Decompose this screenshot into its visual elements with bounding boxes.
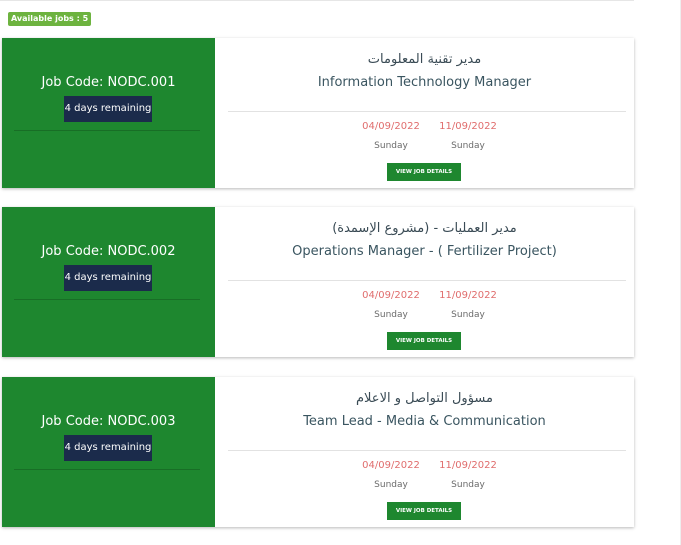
job-code: Job Code: NODC.001 [41, 75, 176, 90]
info-divider [228, 450, 626, 451]
job-info-panel: مدير العمليات - (مشروع الإسمدة) Operatio… [215, 207, 634, 357]
end-day: Sunday [451, 141, 485, 151]
start-date: 04/09/2022 [362, 290, 420, 301]
job-code-panel: Job Code: NODC.001 4 days remaining [2, 38, 215, 188]
view-job-details-button[interactable]: VIEW JOB DETAILS [387, 332, 461, 350]
view-job-details-button[interactable]: VIEW JOB DETAILS [387, 163, 461, 181]
info-divider [228, 280, 626, 281]
job-title-arabic: مسؤول التواصل و الاعلام [356, 391, 493, 406]
end-date: 11/09/2022 [439, 290, 497, 301]
job-code: Job Code: NODC.002 [41, 244, 176, 259]
job-title-arabic: مدير تقنية المعلومات [367, 52, 482, 67]
end-date: 11/09/2022 [439, 460, 497, 471]
top-divider [0, 0, 634, 1]
job-title-arabic: مدير العمليات - (مشروع الإسمدة) [332, 221, 517, 236]
job-title-english: Information Technology Manager [317, 75, 532, 90]
available-jobs-badge: Available jobs : 5 [8, 12, 92, 26]
start-day: Sunday [374, 310, 408, 320]
panel-divider [14, 469, 200, 470]
end-day: Sunday [451, 480, 485, 490]
job-code-panel: Job Code: NODC.003 4 days remaining [2, 377, 215, 527]
end-date: 11/09/2022 [439, 121, 497, 132]
job-card: Job Code: NODC.002 4 days remaining مدير… [2, 207, 634, 357]
info-divider [228, 111, 626, 112]
end-day: Sunday [451, 310, 485, 320]
job-info-panel: مسؤول التواصل و الاعلام Team Lead - Medi… [215, 377, 634, 527]
view-job-details-button[interactable]: VIEW JOB DETAILS [387, 502, 461, 520]
start-date: 04/09/2022 [362, 460, 420, 471]
job-code: Job Code: NODC.003 [41, 414, 176, 429]
start-day: Sunday [374, 141, 408, 151]
start-date: 04/09/2022 [362, 121, 420, 132]
start-day: Sunday [374, 480, 408, 490]
job-code-panel: Job Code: NODC.002 4 days remaining [2, 207, 215, 357]
job-title-english: Team Lead - Media & Communication [303, 414, 546, 429]
days-remaining-badge: 4 days remaining [64, 265, 152, 291]
job-card: Job Code: NODC.001 4 days remaining مدير… [2, 38, 634, 188]
panel-divider [14, 299, 200, 300]
jobs-page: Available jobs : 5 Job Code: NODC.001 4 … [0, 0, 681, 545]
days-remaining-badge: 4 days remaining [64, 435, 152, 461]
job-title-english: Operations Manager - ( Fertilizer Projec… [292, 244, 557, 259]
job-info-panel: مدير تقنية المعلومات Information Technol… [215, 38, 634, 188]
days-remaining-badge: 4 days remaining [64, 96, 152, 122]
panel-divider [14, 130, 200, 131]
job-card: Job Code: NODC.003 4 days remaining مسؤو… [2, 377, 634, 527]
